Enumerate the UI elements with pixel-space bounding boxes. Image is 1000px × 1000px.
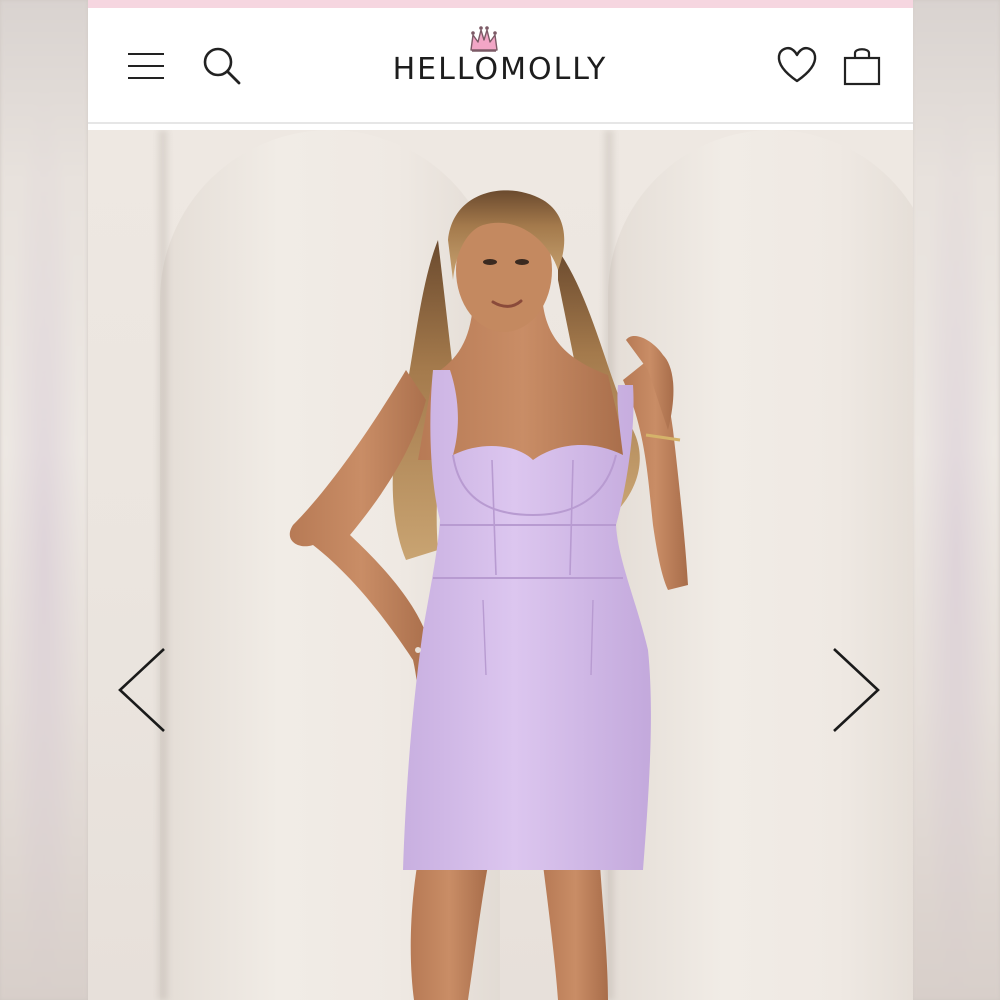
blurred-backdrop-right xyxy=(912,0,1000,1000)
product-photo-model xyxy=(289,190,688,1000)
chevron-left-icon[interactable] xyxy=(114,645,170,735)
blurred-backdrop-left xyxy=(0,0,88,1000)
hamburger-menu-icon[interactable] xyxy=(128,48,164,84)
shopping-bag-icon[interactable] xyxy=(842,44,882,88)
crown-icon xyxy=(470,26,498,52)
promo-bar xyxy=(88,0,913,8)
site-header: HELLOMOLLY xyxy=(88,8,913,124)
mobile-page: HELLOMOLLY xyxy=(88,0,913,1000)
product-image-gallery[interactable] xyxy=(88,130,913,1000)
chevron-right-icon[interactable] xyxy=(828,645,884,735)
heart-icon[interactable] xyxy=(776,44,818,86)
search-icon[interactable] xyxy=(202,46,242,86)
brand-logo[interactable]: HELLOMOLLY xyxy=(382,22,618,92)
brand-name: HELLOMOLLY xyxy=(392,52,608,87)
